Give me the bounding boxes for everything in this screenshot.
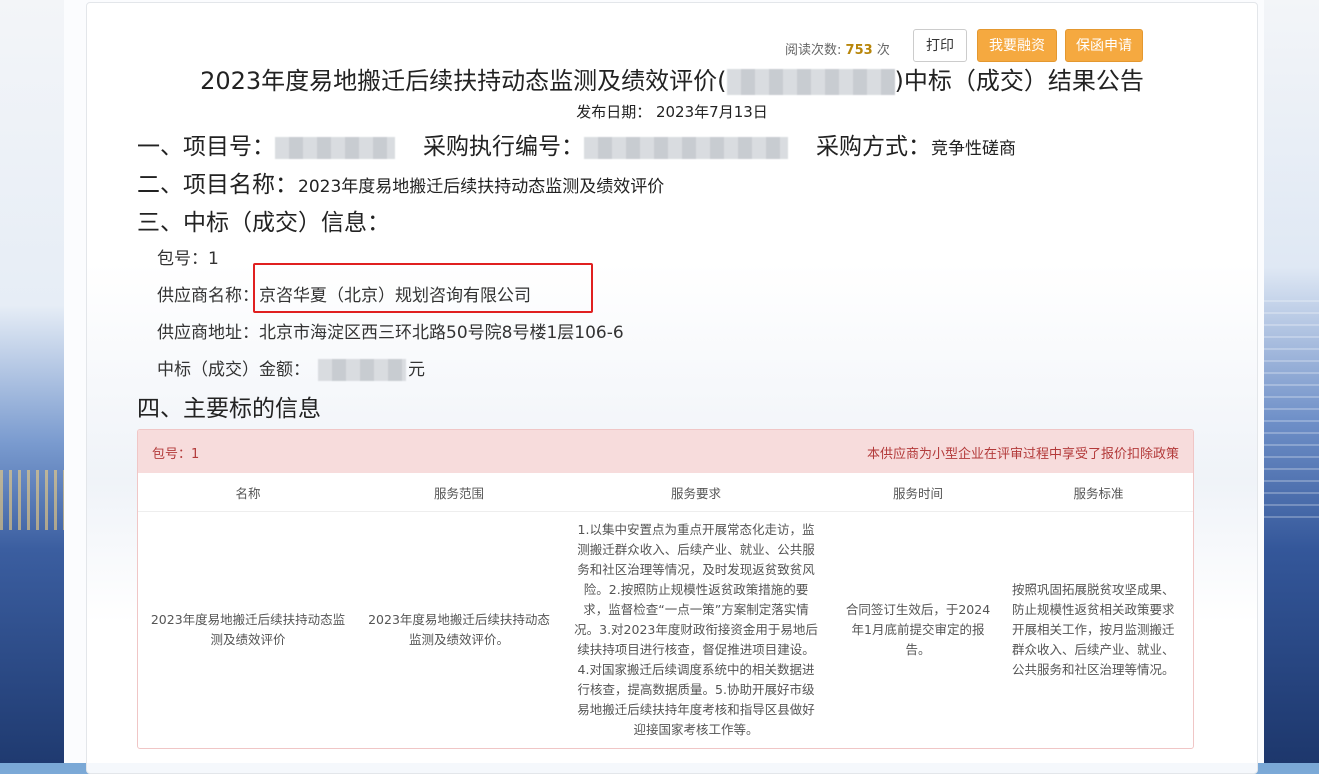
read-count-unit: 次 [876, 43, 890, 58]
redacted-purchase-number [584, 136, 788, 159]
table-header-row: 名称 服务范围 服务要求 服务时间 服务标准 [138, 473, 1193, 512]
section-project-info: 一、项目号： 采购执行编号： 采购方式：竞争性磋商 [137, 127, 1016, 161]
cell-requirement: 1.以集中安置点为重点开展常态化走访，监测搬迁群众收入、后续产业、就业、公共服务… [574, 522, 818, 737]
project-number-label: 一、项目号： [137, 134, 275, 160]
read-count-label: 阅读次数: [785, 43, 842, 58]
supplier-name-label: 供应商名称： [157, 286, 259, 306]
winning-amount-line: 中标（成交）金额： 元 [157, 355, 425, 381]
redacted-amount [318, 359, 406, 381]
table-package-bar: 包号：1 本供应商为小型企业在评审过程中享受了报价扣除政策 [138, 430, 1193, 473]
guarantee-application-button[interactable]: 保函申请 [1065, 29, 1143, 62]
cell-scope: 2023年度易地搬迁后续扶持动态监测及绩效评价。 [368, 612, 550, 647]
items-table: 名称 服务范围 服务要求 服务时间 服务标准 2023年度易地搬迁后续扶持动态监… [138, 473, 1193, 748]
read-count: 阅读次数: 753 次 [785, 39, 890, 58]
page-container: 阅读次数: 753 次 打印 我要融资 保函申请 2023年度易地搬迁后续扶持动… [64, 0, 1264, 774]
page-title: 2023年度易地搬迁后续扶持动态监测及绩效评价( )中标（成交）结果公告 [87, 61, 1257, 96]
title-prefix: 2023年度易地搬迁后续扶持动态监测及绩效评价( [200, 67, 727, 95]
supplier-address-value: 北京市海淀区西三环北路50号院8号楼1层106-6 [259, 323, 624, 343]
winning-amount-unit: 元 [408, 360, 425, 380]
announcement-card: 阅读次数: 753 次 打印 我要融资 保函申请 2023年度易地搬迁后续扶持动… [86, 2, 1258, 774]
project-name-value: 2023年度易地搬迁后续扶持动态监测及绩效评价 [298, 177, 665, 197]
table-row: 2023年度易地搬迁后续扶持动态监测及绩效评价 2023年度易地搬迁后续扶持动态… [138, 512, 1193, 749]
purchase-number-label: 采购执行编号： [423, 134, 584, 160]
cell-name: 2023年度易地搬迁后续扶持动态监测及绩效评价 [150, 612, 346, 647]
column-header-scope: 服务范围 [358, 473, 560, 512]
cell-time: 合同签订生效后，于2024年1月底前提交审定的报告。 [845, 602, 991, 657]
read-count-value: 753 [845, 43, 873, 58]
winning-amount-label: 中标（成交）金额： [157, 360, 310, 380]
winner-package: 包号：1 [157, 249, 219, 269]
column-header-standard: 服务标准 [1004, 473, 1193, 512]
section-main-items-heading: 四、主要标的信息 [137, 396, 321, 422]
column-header-name: 名称 [138, 473, 358, 512]
column-header-requirement: 服务要求 [560, 473, 832, 512]
cell-standard: 按照巩固拓展脱贫攻坚成果、防止规模性返贫相关政策要求开展相关工作，按月监测搬迁群… [1012, 582, 1175, 677]
title-suffix: )中标（成交）结果公告 [894, 67, 1144, 95]
finance-button[interactable]: 我要融资 [977, 29, 1057, 62]
redacted-project-number [275, 136, 395, 159]
main-items-table: 包号：1 本供应商为小型企业在评审过程中享受了报价扣除政策 名称 服务范围 服务… [137, 429, 1194, 749]
table-package-label: 包号：1 [152, 447, 200, 462]
purchase-method-value: 竞争性磋商 [931, 139, 1016, 159]
project-name-label: 二、项目名称： [137, 172, 298, 198]
supplier-address-line: 供应商地址：北京市海淀区西三环北路50号院8号楼1层106-6 [157, 318, 624, 343]
supplier-address-label: 供应商地址： [157, 323, 259, 343]
redacted-block [726, 69, 895, 95]
background-left-cityscape [0, 0, 64, 763]
publish-date: 发布日期： 2023年7月13日 [576, 103, 768, 121]
purchase-method-label: 采购方式： [816, 134, 931, 160]
supplier-highlight-box [253, 263, 593, 313]
print-button[interactable]: 打印 [913, 29, 967, 62]
section-winner-heading: 三、中标（成交）信息： [137, 210, 390, 236]
section-project-name: 二、项目名称：2023年度易地搬迁后续扶持动态监测及绩效评价 [137, 165, 664, 199]
table-policy-note: 本供应商为小型企业在评审过程中享受了报价扣除政策 [866, 447, 1179, 462]
background-right-cityscape [1264, 0, 1319, 763]
column-header-time: 服务时间 [832, 473, 1004, 512]
